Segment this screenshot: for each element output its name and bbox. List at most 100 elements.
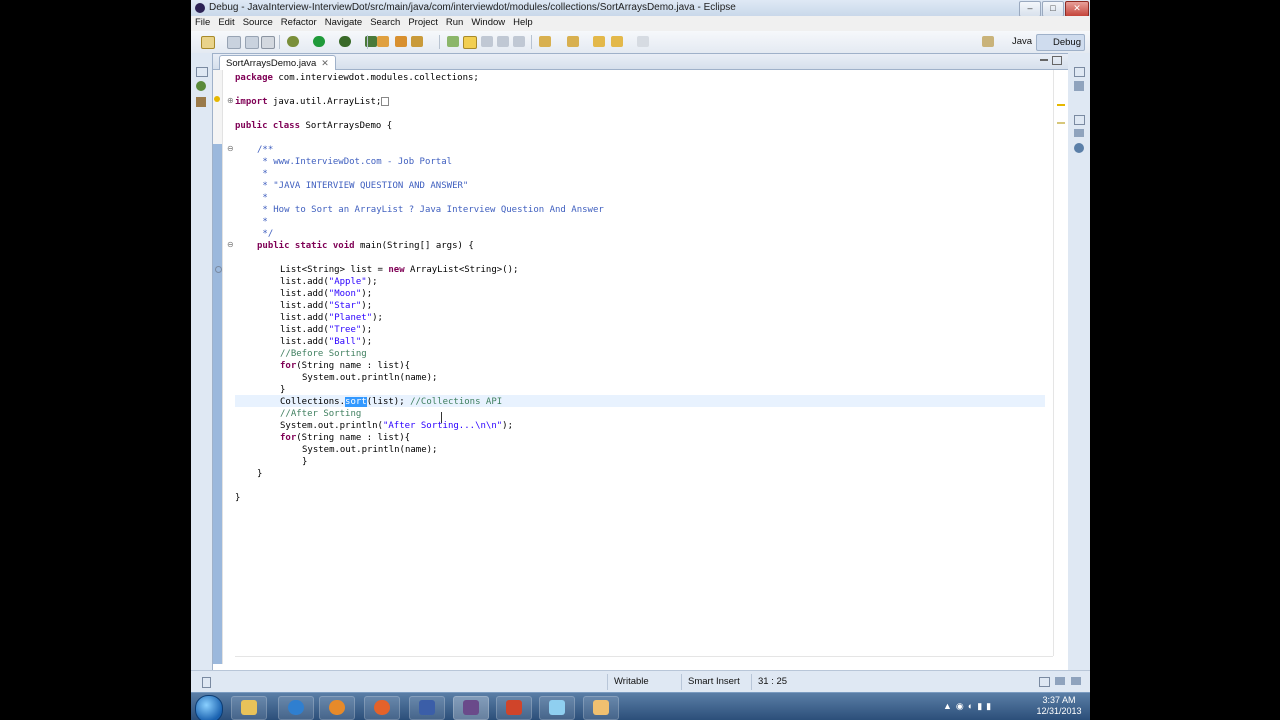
code-line: }	[302, 457, 308, 467]
menu-file[interactable]: File	[191, 16, 214, 30]
open-type-icon[interactable]	[377, 36, 389, 47]
fold-expand-icon[interactable]: ⊕	[227, 96, 234, 105]
taskbar-clock[interactable]: 3:37 AM 12/31/2013	[1031, 695, 1087, 717]
horizontal-scrollbar[interactable]	[235, 656, 1053, 669]
coverage-icon[interactable]	[339, 36, 351, 47]
variables-view-icon[interactable]	[196, 97, 206, 107]
progress-icon[interactable]	[1039, 677, 1050, 687]
editor-tab-label: SortArraysDemo.java	[226, 58, 317, 69]
debug-icon[interactable]	[287, 36, 299, 47]
start-button[interactable]	[195, 695, 223, 720]
code-token: list.add(	[280, 289, 329, 299]
code-line: public class SortArraysDemo {	[235, 120, 392, 132]
code-token: "Star"	[328, 301, 362, 311]
notes-taskbar-icon[interactable]	[539, 696, 575, 720]
print-icon[interactable]	[261, 36, 275, 49]
code-token: );	[361, 337, 373, 347]
insert-mode-status: Smart Insert	[681, 674, 748, 690]
system-tray[interactable]: ▲◉◐▮▮	[943, 701, 1027, 713]
minimize-editor-icon[interactable]	[1040, 59, 1048, 61]
javadoc-line: /**	[257, 145, 274, 155]
minimize-button[interactable]: –	[1019, 1, 1041, 17]
javadoc-line: *	[257, 193, 268, 203]
fold-collapse-icon[interactable]: ⊖	[227, 144, 234, 153]
code-line: import java.util.ArrayList;	[235, 96, 390, 108]
debug-perspective[interactable]: Debug	[1036, 34, 1085, 51]
console-icon[interactable]	[1055, 677, 1065, 685]
save-all-icon[interactable]	[245, 36, 259, 49]
last-edit-icon[interactable]	[593, 36, 605, 47]
code-token: list.add(	[280, 301, 329, 311]
menu-project[interactable]: Project	[404, 16, 442, 30]
eclipse-app-icon	[195, 3, 205, 13]
code-token: list.add(	[280, 325, 329, 335]
menu-run[interactable]: Run	[442, 16, 467, 30]
javadoc-line: * www.InterviewDot.com - Job Portal	[257, 157, 453, 167]
vertical-scrollbar[interactable]	[1053, 70, 1068, 656]
menu-window[interactable]: Window	[467, 16, 509, 30]
media-player-taskbar-icon[interactable]	[319, 696, 355, 720]
next-annotation-icon[interactable]	[539, 36, 551, 47]
save-app-taskbar-icon[interactable]	[409, 696, 445, 720]
maximize-editor-icon[interactable]	[1052, 56, 1062, 65]
paint-taskbar-icon[interactable]	[583, 696, 619, 720]
code-area[interactable]: package com.interviewdot.modules.collect…	[235, 72, 1055, 652]
show-paragraph-icon[interactable]	[513, 36, 525, 47]
code-line: public static void main(String[] args) {	[257, 240, 474, 252]
restore-icon[interactable]	[1074, 115, 1085, 125]
task-list-icon[interactable]	[1071, 677, 1081, 685]
tab-close-icon[interactable]: ✕	[321, 56, 329, 70]
menu-navigate[interactable]: Navigate	[321, 16, 367, 30]
new-icon[interactable]	[201, 36, 215, 49]
code-line: List<String> list = new ArrayList<String…	[280, 264, 518, 276]
restore-icon[interactable]	[196, 67, 208, 77]
office-taskbar-icon[interactable]	[496, 696, 532, 720]
menu-search[interactable]: Search	[366, 16, 404, 30]
code-token: );	[366, 277, 378, 287]
save-icon[interactable]	[227, 36, 241, 49]
java-perspective[interactable]: Java	[1009, 34, 1035, 49]
eclipse-window: Debug - JavaInterview-InterviewDot/src/m…	[191, 0, 1090, 720]
code-line: list.add("Tree");	[280, 324, 372, 336]
code-line: }	[257, 469, 263, 479]
maximize-button[interactable]: □	[1042, 1, 1064, 17]
code-token: java.util.ArrayList;	[267, 97, 382, 107]
menu-source[interactable]: Source	[239, 16, 277, 30]
explorer-taskbar-icon[interactable]	[231, 696, 267, 720]
menu-edit[interactable]: Edit	[214, 16, 238, 30]
menu-refactor[interactable]: Refactor	[277, 16, 321, 30]
code-line: list.add("Apple");	[280, 276, 378, 288]
editor-tab[interactable]: SortArraysDemo.java ✕	[219, 55, 336, 70]
restore-icon[interactable]	[1074, 67, 1085, 77]
forward-icon[interactable]	[637, 36, 649, 47]
internet-explorer-taskbar-icon[interactable]	[278, 696, 314, 720]
close-button[interactable]: ✕	[1065, 1, 1089, 17]
main-toolbar: Java Debug	[191, 31, 1090, 54]
fast-view-icon[interactable]	[202, 677, 211, 688]
toggle-highlight-icon[interactable]	[463, 36, 477, 49]
search-icon[interactable]	[411, 36, 423, 47]
breakpoint-marker-icon	[215, 266, 222, 273]
breakpoints-view-icon[interactable]	[1074, 143, 1084, 153]
back-icon[interactable]	[611, 36, 623, 47]
folded-box-icon[interactable]	[381, 97, 390, 106]
firefox-taskbar-icon[interactable]	[364, 696, 400, 720]
toggle-mark-occurrences-icon[interactable]	[447, 36, 459, 47]
javadoc-line: * How to Sort an ArrayList ? Java Interv…	[257, 205, 604, 215]
expressions-view-icon[interactable]	[1074, 129, 1084, 137]
code-token: for	[280, 433, 297, 443]
code-line: }	[280, 385, 286, 395]
open-perspective-icon[interactable]	[982, 36, 994, 47]
code-token: com.interviewdot.modules.collections;	[272, 73, 479, 83]
code-token: (list);	[366, 397, 411, 407]
show-whitespace-icon[interactable]	[497, 36, 509, 47]
debug-view-icon[interactable]	[196, 81, 206, 91]
block-selection-icon[interactable]	[481, 36, 493, 47]
eclipse-taskbar-icon[interactable]	[453, 696, 489, 720]
outline-view-icon[interactable]	[1074, 81, 1084, 91]
previous-annotation-icon[interactable]	[567, 36, 579, 47]
menu-help[interactable]: Help	[509, 16, 537, 30]
open-task-icon[interactable]	[395, 36, 407, 47]
fold-collapse-icon[interactable]: ⊖	[227, 240, 234, 249]
run-icon[interactable]	[313, 36, 325, 47]
